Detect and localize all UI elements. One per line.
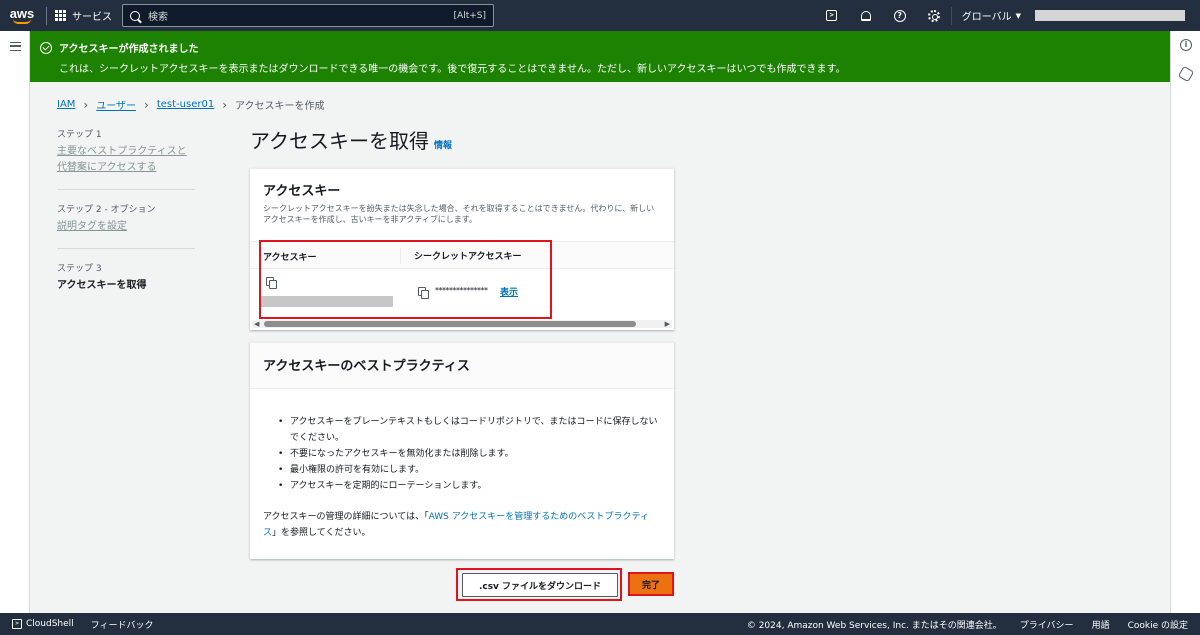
help-icon: ?: [893, 9, 906, 22]
chevron-right-icon: ›: [83, 97, 89, 112]
step-1-link[interactable]: 主要なベストプラクティスと代替案にアクセスする: [57, 144, 195, 176]
success-flash-banner: アクセスキーが作成されました これは、シークレットアクセスキーを表示またはダウン…: [30, 31, 1170, 82]
footer-feedback-link[interactable]: フィードバック: [91, 618, 154, 631]
step-label: ステップ 3: [57, 264, 102, 274]
aws-logo[interactable]: aws: [0, 0, 44, 31]
access-key-description: シークレットアクセスキーを紛失または失念した場合、それを取得することはできません…: [263, 204, 655, 224]
search-shortcut: [Alt+S]: [453, 10, 486, 21]
settings-icon: [927, 9, 940, 22]
breadcrumb-user[interactable]: test-user01: [157, 99, 214, 110]
cloudshell-icon: >: [826, 10, 838, 21]
footer-right: © 2024, Amazon Web Services, Inc. またはその関…: [747, 613, 1188, 635]
account-menu-redacted[interactable]: [1035, 10, 1185, 21]
scrollbar-thumb[interactable]: [264, 321, 636, 327]
step-2-link[interactable]: 説明タグを設定: [57, 219, 195, 235]
wizard-steps: ステップ 1 主要なベストプラクティスと代替案にアクセスする ステップ 2 - …: [57, 127, 195, 307]
breadcrumb-current: アクセスキーを作成: [235, 101, 325, 112]
aws-smile-icon: [13, 19, 31, 24]
nav-right-group: > ? グローバル ▼: [815, 0, 1200, 31]
chevron-right-icon: ›: [222, 97, 228, 112]
settings-button[interactable]: [917, 0, 951, 31]
list-item: 不要になったアクセスキーを無効化または削除します。: [278, 446, 661, 462]
notifications-button[interactable]: [849, 0, 883, 31]
right-panel-strip: i: [1170, 31, 1200, 613]
grid-icon: [55, 10, 66, 21]
breadcrumb-iam[interactable]: IAM: [57, 99, 75, 110]
footer-copyright: © 2024, Amazon Web Services, Inc. またはその関…: [746, 620, 1002, 631]
console-footer: > CloudShell フィードバック © 2024, Amazon Web …: [0, 613, 1200, 635]
horizontal-scrollbar[interactable]: ◀ ▶: [252, 320, 672, 328]
left-panel-strip: [0, 31, 30, 613]
step-label: ステップ 1: [57, 130, 102, 140]
list-item: アクセスキーをプレーンテキストもしくはコードリポジトリで、またはコードに保存しな…: [278, 414, 661, 446]
page-title: アクセスキーを取得: [250, 129, 429, 153]
footer-cloudshell-link[interactable]: CloudShell: [26, 619, 74, 629]
hamburger-menu-icon[interactable]: [10, 42, 21, 51]
best-practices-list: アクセスキーをプレーンテキストもしくはコードリポジトリで、またはコードに保存しな…: [250, 389, 674, 494]
best-practices-container: アクセスキーのベストプラクティス アクセスキーをプレーンテキストもしくはコードリ…: [250, 342, 674, 559]
best-practices-heading: アクセスキーのベストプラクティス: [263, 359, 470, 374]
info-panel-icon[interactable]: i: [1180, 39, 1192, 51]
best-practices-footer: アクセスキーの管理の詳細については、「AWS アクセスキーを管理するためのベスト…: [250, 494, 674, 541]
scroll-left-icon[interactable]: ◀: [254, 320, 259, 328]
list-item: アクセスキーを定期的にローテーションします。: [278, 478, 661, 494]
services-label: サービス: [72, 12, 112, 23]
info-link[interactable]: 情報: [434, 138, 452, 151]
page-header: アクセスキーを取得 情報: [250, 125, 452, 154]
region-label: グローバル: [961, 12, 1012, 23]
footer-cookie-link[interactable]: Cookie の設定: [1128, 618, 1188, 631]
step-divider: [57, 248, 195, 249]
chevron-right-icon: ›: [144, 97, 149, 112]
bell-icon: [860, 10, 871, 21]
highlight-box-download: [456, 568, 622, 601]
flash-message: これは、シークレットアクセスキーを表示またはダウンロードできる唯一の機会です。後…: [59, 64, 846, 75]
hexagon-icon[interactable]: [1177, 65, 1195, 83]
step-3-current: アクセスキーを取得: [57, 280, 147, 291]
breadcrumb-users[interactable]: ユーザー: [96, 97, 136, 112]
region-selector[interactable]: グローバル ▼: [950, 6, 1029, 25]
step-1: ステップ 1 主要なベストプラクティスと代替案にアクセスする: [57, 127, 195, 176]
scroll-right-icon[interactable]: ▶: [665, 320, 670, 328]
help-button[interactable]: ?: [883, 0, 917, 31]
step-label: ステップ 2 - オプション: [57, 205, 156, 215]
done-button[interactable]: 完了: [628, 572, 674, 596]
footer-privacy-link[interactable]: プライバシー: [1020, 618, 1074, 631]
step-2: ステップ 2 - オプション 説明タグを設定: [57, 202, 195, 235]
search-placeholder: 検索: [148, 12, 168, 23]
step-divider: [57, 189, 195, 190]
footer-suffix: 」を参照してください。: [272, 528, 371, 538]
access-key-heading: アクセスキー: [263, 184, 341, 199]
success-check-icon: [40, 41, 52, 54]
services-menu-button[interactable]: サービス: [55, 8, 112, 23]
top-navigation: aws サービス 検索 [Alt+S] > ? グローバル ▼: [0, 0, 1200, 31]
highlight-box-keys: [259, 240, 552, 319]
cloudshell-icon: >: [12, 619, 22, 629]
list-item: 最小権限の許可を有効にします。: [278, 462, 661, 478]
footer-terms-link[interactable]: 用語: [1092, 618, 1110, 631]
search-input[interactable]: 検索 [Alt+S]: [122, 4, 494, 27]
caret-down-icon: ▼: [1015, 11, 1021, 20]
breadcrumb: IAM › ユーザー › test-user01 › アクセスキーを作成: [57, 97, 325, 113]
cloudshell-button[interactable]: >: [815, 0, 849, 31]
flash-title: アクセスキーが作成されました: [59, 44, 199, 55]
search-icon: [130, 10, 140, 21]
step-3: ステップ 3 アクセスキーを取得: [57, 261, 195, 294]
nav-separator: [46, 6, 47, 25]
footer-prefix: アクセスキーの管理の詳細については、「: [263, 512, 429, 522]
